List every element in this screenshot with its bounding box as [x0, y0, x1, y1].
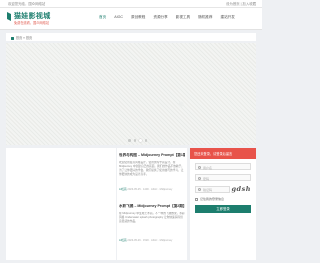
- nav-item-tutorials[interactable]: 原创教程: [127, 15, 149, 20]
- top-links[interactable]: 设为首页 | 加入收藏: [226, 1, 256, 6]
- article-excerpt: 在 Midjourney 中生成艺术画，不一样的飞溅效果，水彩风格 Underw…: [119, 212, 185, 223]
- article-tag[interactable]: AI绘画: [119, 188, 127, 191]
- logo-subtitle: 免费在线看，国众网络站: [14, 21, 50, 25]
- nav-item-random[interactable]: 随机推荐: [194, 15, 216, 20]
- site-header: 猫娃影视城 免费在线看，国众网络站 首页 AIGC 原创教程 资源分享 影视工具…: [0, 8, 262, 30]
- article-meta: AI绘画 2023-05-25 · 1400 · AIGC · Midjourn…: [119, 187, 185, 191]
- article-item[interactable]: 世界与构图 – Midjourney Prompt【第1期】 欢迎使用发哥风格设…: [119, 153, 185, 191]
- slider-pagination: [128, 139, 147, 142]
- welcome-text: 欢迎您光临，国众网络站: [8, 2, 46, 6]
- hero-slider[interactable]: [6, 43, 256, 145]
- article-meta: AI绘画 2023-05-26 · 1520 · AIGC · Midjourn…: [119, 238, 185, 242]
- login-button[interactable]: 立即登录: [195, 205, 251, 213]
- breadcrumb: 首页 » 首页: [11, 35, 32, 40]
- remember-checkbox[interactable]: [195, 197, 198, 201]
- left-panel: [6, 148, 116, 260]
- slider-dot-active[interactable]: [139, 139, 142, 142]
- password-field[interactable]: 密码: [195, 174, 251, 181]
- captcha-placeholder: 验证码: [203, 188, 213, 192]
- slider-dot[interactable]: [133, 139, 136, 142]
- main-nav: 首页 AIGC 原创教程 资源分享 影视工具 随机推荐 建站开发: [95, 15, 239, 20]
- slider-dot[interactable]: [144, 139, 147, 142]
- article-list: 世界与构图 – Midjourney Prompt【第1期】 欢迎使用发哥风格设…: [117, 148, 187, 260]
- lock-icon: [198, 176, 201, 180]
- remember-me[interactable]: 记住我的登录信息: [195, 197, 251, 201]
- article-title[interactable]: 世界与构图 – Midjourney Prompt【第1期】: [119, 153, 185, 158]
- article-title[interactable]: 水彩飞溅 – Midjourney Prompt【第2期】: [119, 204, 185, 209]
- nav-item-home[interactable]: 首页: [95, 15, 110, 20]
- top-bar: 欢迎您光临，国众网络站 设为首页 | 加入收藏: [0, 0, 262, 8]
- captcha-field[interactable]: 验证码: [195, 185, 230, 193]
- article-item[interactable]: 水彩飞溅 – Midjourney Prompt【第2期】 在 Midjourn…: [119, 204, 185, 242]
- username-field[interactable]: 用户名: [195, 163, 251, 170]
- nav-item-video-tools[interactable]: 影视工具: [172, 15, 194, 20]
- breadcrumb-current: 首页: [25, 36, 33, 40]
- login-prompt: 您还未登录，请登录后留言: [194, 152, 233, 156]
- breadcrumb-separator: »: [23, 36, 25, 40]
- shield-icon: [198, 188, 201, 191]
- username-placeholder: 用户名: [203, 165, 213, 170]
- user-icon: [198, 165, 201, 169]
- article-excerpt: 欢迎使用发哥风格设计，使用国专学画设计，在 Midjourney 中创建自己的画…: [119, 161, 184, 176]
- logo-icon: [7, 12, 11, 21]
- password-placeholder: 密码: [203, 176, 210, 181]
- home-icon: [11, 36, 14, 40]
- article-tag[interactable]: AI绘画: [119, 239, 127, 242]
- captcha-row: 验证码 gdsh: [195, 185, 251, 193]
- login-widget: 您还未登录，请登录后留言 用户名 密码 验证码 gdsh 记住我的登录信息 立即…: [190, 148, 256, 260]
- nav-item-aigc[interactable]: AIGC: [110, 15, 127, 20]
- nav-item-dev[interactable]: 建站开发: [216, 15, 238, 20]
- nav-item-resources[interactable]: 资源分享: [149, 15, 171, 20]
- slider-dot[interactable]: [128, 139, 131, 142]
- breadcrumb-home[interactable]: 首页: [16, 36, 22, 40]
- breadcrumb-bar: 首页 » 首页: [6, 33, 256, 41]
- article-meta-text: 2023-05-26 · 1520 · AIGC · Midjourney: [127, 239, 173, 242]
- captcha-image[interactable]: gdsh: [232, 185, 251, 193]
- article-meta-text: 2023-05-25 · 1400 · AIGC · Midjourney: [127, 188, 173, 191]
- remember-label: 记住我的登录信息: [200, 197, 225, 201]
- login-widget-header: 您还未登录，请登录后留言: [190, 148, 256, 159]
- login-form: 用户名 密码 验证码 gdsh 记住我的登录信息 立即登录: [195, 163, 251, 213]
